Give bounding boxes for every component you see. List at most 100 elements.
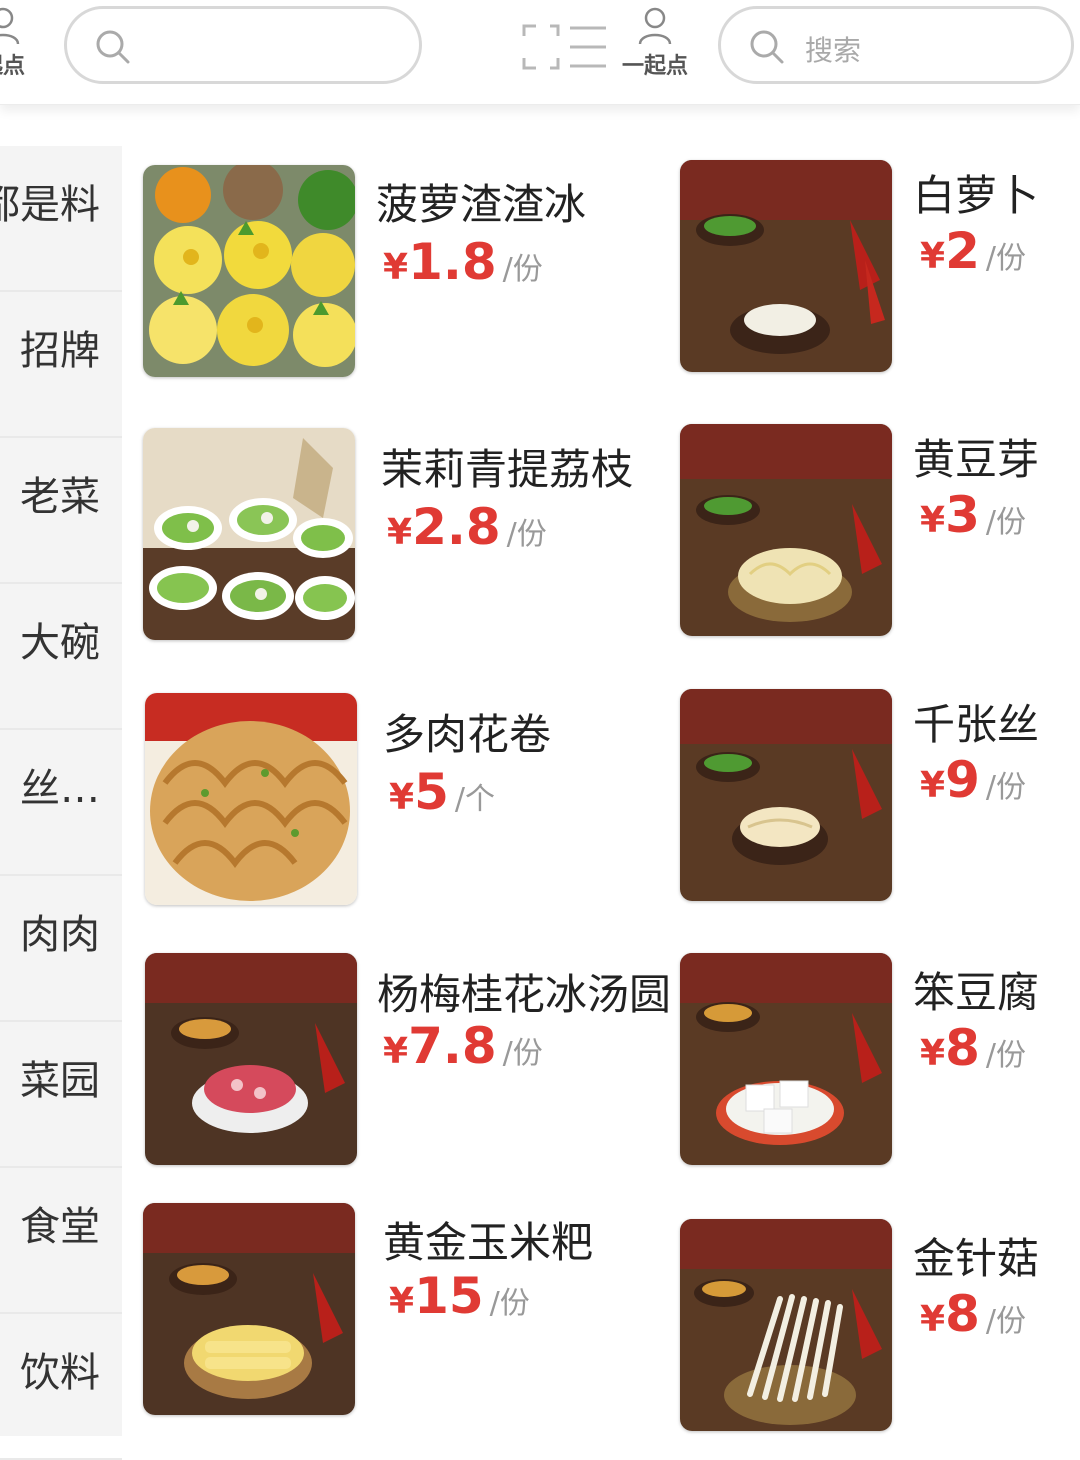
product-image <box>145 693 357 905</box>
price-currency: ¥ <box>920 1299 946 1340</box>
sidebar-item[interactable]: 丝… <box>0 730 122 876</box>
price-currency: ¥ <box>920 1033 946 1074</box>
sidebar-item[interactable]: 肉肉 <box>0 876 122 1022</box>
user-icon <box>638 7 672 45</box>
sidebar-item-label: 菜园 <box>20 1058 100 1104</box>
product-price: ¥2.8/份 <box>387 498 547 556</box>
product-card[interactable]: 杨梅桂花冰汤圆 ¥7.8/份 <box>145 953 671 1183</box>
product-name: 茉莉青提荔枝 <box>381 445 634 494</box>
user-button[interactable]: 起点 <box>0 4 38 88</box>
product-price: ¥9/份 <box>920 751 1026 809</box>
product-image <box>680 689 892 901</box>
search-box-left[interactable] <box>64 6 422 84</box>
price-unit: /份 <box>985 241 1026 276</box>
product-card[interactable]: 笨豆腐 ¥8/份 <box>680 953 1070 1183</box>
product-price: ¥8/份 <box>920 1019 1026 1077</box>
product-price: ¥3/份 <box>920 486 1026 544</box>
price-unit: /份 <box>489 1286 530 1321</box>
sidebar-item[interactable]: 菜园 <box>0 1022 122 1168</box>
product-card[interactable]: 多肉花卷 ¥5/个 <box>145 693 665 923</box>
sidebar-item-label: 老菜 <box>20 474 100 520</box>
price-value: 7.8 <box>408 1017 497 1075</box>
product-name: 杨梅桂花冰汤圆 <box>377 970 672 1019</box>
price-value: 9 <box>945 751 980 809</box>
price-currency: ¥ <box>920 500 946 541</box>
product-image <box>143 1203 355 1415</box>
price-unit: /份 <box>985 770 1026 805</box>
product-name: 多肉花卷 <box>383 710 552 759</box>
product-price: ¥15/份 <box>389 1267 530 1325</box>
menu-list-icon[interactable] <box>520 22 610 72</box>
price-currency: ¥ <box>389 777 415 818</box>
group-order-label: 一起点 <box>621 54 688 79</box>
price-value: 8 <box>945 1019 980 1077</box>
sidebar-item[interactable]: 饮料 <box>0 1314 122 1460</box>
product-image <box>680 160 892 372</box>
product-image <box>680 424 892 636</box>
product-card[interactable]: 茉莉青提荔枝 ¥2.8/份 <box>143 428 663 658</box>
product-name: 黄金玉米粑 <box>383 1218 594 1267</box>
product-price: ¥2/份 <box>920 222 1026 280</box>
price-currency: ¥ <box>383 247 409 288</box>
product-name: 黄豆芽 <box>913 435 1040 484</box>
search-icon <box>750 30 784 64</box>
product-name: 笨豆腐 <box>913 968 1040 1017</box>
price-value: 1.8 <box>408 233 497 291</box>
sidebar-item[interactable]: 食堂 <box>0 1168 122 1314</box>
product-price: ¥8/份 <box>920 1285 1026 1343</box>
price-value: 2.8 <box>412 498 501 556</box>
product-card[interactable]: 金针菇 ¥8/份 <box>680 1219 1070 1449</box>
sidebar-item[interactable]: 大碗 <box>0 584 122 730</box>
price-unit: /份 <box>985 1038 1026 1073</box>
search-placeholder: 搜索 <box>805 34 862 67</box>
product-card[interactable]: 千张丝 ¥9/份 <box>680 689 1070 919</box>
price-value: 3 <box>945 486 980 544</box>
price-currency: ¥ <box>383 1031 409 1072</box>
sidebar-item[interactable]: 招牌 <box>0 292 122 438</box>
top-bar: 起点 一起点 搜索 <box>0 0 1080 105</box>
price-value: 8 <box>945 1285 980 1343</box>
price-currency: ¥ <box>387 512 413 553</box>
price-value: 5 <box>414 763 449 821</box>
group-order-button[interactable]: 一起点 <box>620 4 690 88</box>
sidebar-item-label: 食堂 <box>20 1204 100 1250</box>
price-unit: /个 <box>454 782 495 817</box>
sidebar-item[interactable]: 都是料 <box>0 146 122 292</box>
category-sidebar: 都是料 招牌 老菜 大碗 丝… 肉肉 菜园 食堂 饮料 <box>0 146 122 1460</box>
product-image <box>145 953 357 1165</box>
product-card[interactable]: 白萝卜 ¥2/份 <box>680 160 1070 390</box>
product-price: ¥7.8/份 <box>383 1017 543 1075</box>
product-image <box>680 1219 892 1431</box>
sidebar-item-label: 都是料 <box>0 182 100 228</box>
product-name: 千张丝 <box>913 700 1040 749</box>
price-currency: ¥ <box>389 1281 415 1322</box>
sidebar-item[interactable]: 老菜 <box>0 438 122 584</box>
product-price: ¥1.8/份 <box>383 233 543 291</box>
sidebar-item-label: 丝… <box>20 766 100 812</box>
price-unit: /份 <box>506 517 547 552</box>
product-name: 金针菇 <box>913 1234 1040 1283</box>
product-price: ¥5/个 <box>389 763 495 821</box>
product-name: 白萝卜 <box>913 171 1040 220</box>
price-currency: ¥ <box>920 236 946 277</box>
user-label: 起点 <box>0 54 25 79</box>
product-image <box>680 953 892 1165</box>
price-currency: ¥ <box>920 765 946 806</box>
product-image <box>143 165 355 377</box>
user-icon <box>0 7 20 45</box>
product-card[interactable]: 菠萝渣渣冰 ¥1.8/份 <box>143 165 663 395</box>
product-card[interactable]: 黄金玉米粑 ¥15/份 <box>143 1203 663 1433</box>
product-image <box>143 428 355 640</box>
search-input[interactable]: 搜索 <box>718 6 1074 84</box>
price-unit: /份 <box>502 252 543 287</box>
product-name: 菠萝渣渣冰 <box>376 180 587 229</box>
product-card[interactable]: 黄豆芽 ¥3/份 <box>680 424 1070 654</box>
search-icon <box>96 30 130 64</box>
price-unit: /份 <box>502 1036 543 1071</box>
sidebar-item-label: 肉肉 <box>20 912 100 958</box>
price-unit: /份 <box>985 505 1026 540</box>
sidebar-item-label: 招牌 <box>20 328 100 374</box>
price-value: 2 <box>945 222 980 280</box>
price-value: 15 <box>414 1267 484 1325</box>
sidebar-item-label: 饮料 <box>20 1350 100 1396</box>
